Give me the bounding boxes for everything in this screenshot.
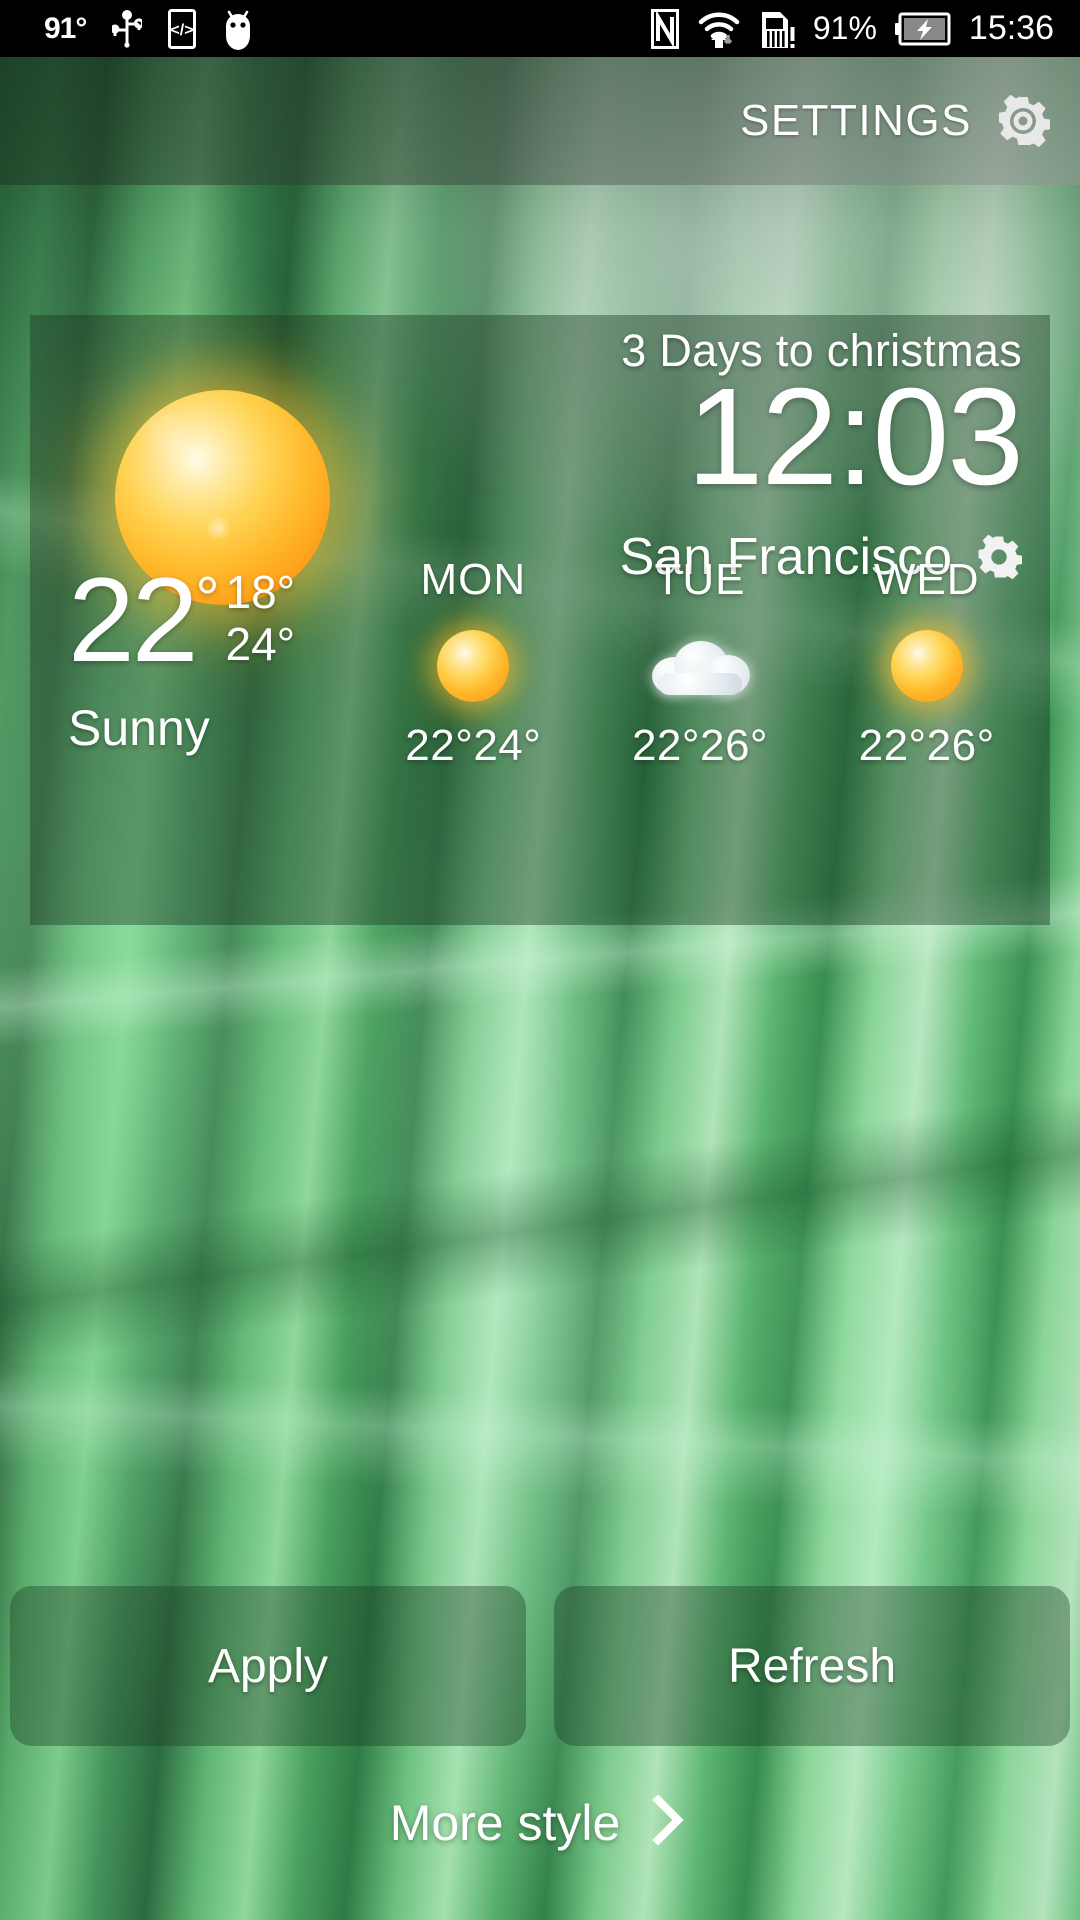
- widget-clock[interactable]: 12:03: [687, 365, 1024, 510]
- degree-symbol: °: [195, 565, 220, 632]
- current-temperature-row: 22 ° 18° 24°: [68, 553, 296, 687]
- action-button-row: Apply Refresh: [0, 1586, 1080, 1746]
- gear-icon[interactable]: [996, 94, 1050, 148]
- settings-bar[interactable]: SETTINGS: [0, 57, 1080, 185]
- forecast-day-label: TUE: [654, 555, 746, 604]
- high-low-temperature-group: 18° 24°: [225, 566, 296, 670]
- low-temperature-value: 18°: [225, 566, 296, 618]
- svg-text:</>: </>: [171, 22, 194, 39]
- status-bar-right-group: 91% 15:36: [650, 8, 1080, 49]
- ambient-temperature-indicator: 91°: [44, 11, 87, 45]
- weather-widget[interactable]: 3 Days to christmas 12:03 San Francisco …: [30, 315, 1050, 925]
- forecast-day-label: WED: [873, 555, 980, 604]
- forecast-temps-label: 22°24°: [405, 721, 542, 770]
- lens-flare-decoration: [150, 415, 184, 449]
- status-bar: 91° </> 91% 15:36: [0, 0, 1080, 57]
- phone-screen: 91° </> 91% 15:36 SETTINGS 3 Days to chr…: [0, 0, 1080, 1920]
- forecast-temps-label: 22°26°: [858, 721, 995, 770]
- chevron-right-icon: [646, 1790, 690, 1855]
- sun-icon: [437, 621, 510, 711]
- cloud-icon: [644, 621, 756, 711]
- settings-button-label: SETTINGS: [739, 96, 972, 145]
- wifi-icon: [697, 9, 741, 49]
- apply-button[interactable]: Apply: [10, 1586, 526, 1746]
- more-style-label: More style: [389, 1794, 621, 1851]
- forecast-day-tue[interactable]: TUE 22°26°: [600, 555, 800, 771]
- sun-icon: [890, 621, 963, 711]
- forecast-day-label: MON: [420, 555, 527, 604]
- current-conditions-block: 22 ° 18° 24° Sunny: [68, 553, 296, 757]
- battery-percentage-label: 91%: [812, 10, 877, 46]
- high-temperature-value: 24°: [225, 617, 296, 670]
- developer-code-icon: </>: [168, 8, 197, 49]
- forecast-day-wed[interactable]: WED 22°26°: [827, 555, 1027, 771]
- status-bar-clock: 15:36: [968, 9, 1054, 47]
- current-condition-label: Sunny: [68, 700, 210, 757]
- forecast-row: MON 22°24° TUE 22°26° WED 22°26°: [360, 555, 1040, 771]
- refresh-button[interactable]: Refresh: [554, 1586, 1070, 1746]
- forecast-temps-label: 22°26°: [631, 721, 769, 770]
- android-robot-icon: [222, 8, 254, 50]
- battery-charging-icon: [894, 12, 951, 46]
- forecast-day-mon[interactable]: MON 22°24°: [373, 555, 573, 771]
- current-temperature-value: 22: [68, 553, 198, 687]
- nfc-icon: [650, 8, 679, 49]
- more-style-button[interactable]: More style: [0, 1790, 1080, 1855]
- sim-card-alert-icon: [759, 9, 795, 49]
- status-bar-left-group: 91° </>: [0, 8, 254, 50]
- usb-icon: [112, 9, 143, 48]
